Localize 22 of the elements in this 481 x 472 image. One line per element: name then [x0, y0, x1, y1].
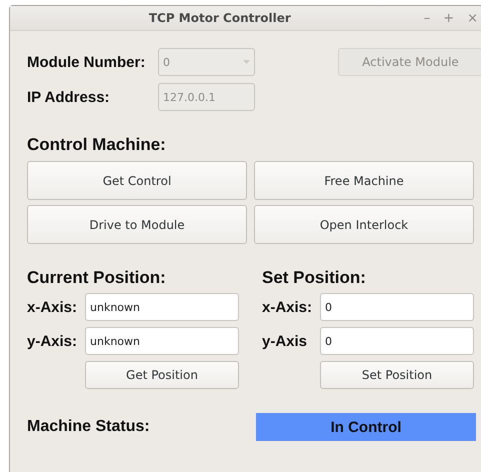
control-button[interactable]: Drive to Module: [27, 205, 247, 244]
axis-field[interactable]: 0: [320, 293, 474, 321]
get-position-button[interactable]: Get Position: [85, 361, 239, 389]
control-button[interactable]: Free Machine: [254, 161, 474, 200]
status-label: Machine Status:: [27, 418, 150, 436]
control-button[interactable]: Open Interlock: [254, 205, 474, 244]
axis-label: x-Axis:: [262, 298, 314, 316]
section-heading: Control Machine:: [27, 135, 167, 155]
status-indicator: In Control: [256, 413, 476, 441]
field-label: IP Address:: [27, 88, 111, 106]
axis-label: y-Axis: [262, 332, 308, 350]
axis-label: y-Axis:: [27, 332, 78, 350]
axis-field[interactable]: 0: [320, 327, 474, 355]
section-heading: Set Position:: [262, 268, 367, 288]
section-heading: Current Position:: [27, 268, 167, 288]
field-label: Module Number:: [27, 54, 146, 70]
axis-label: x-Axis:: [27, 298, 78, 316]
axis-field[interactable]: unknown: [85, 327, 239, 355]
window-title: TCP Motor Controller: [148, 11, 292, 25]
set-position-button[interactable]: Set Position: [320, 361, 474, 389]
control-button[interactable]: Get Control: [27, 161, 247, 200]
axis-field[interactable]: unknown: [85, 293, 239, 321]
